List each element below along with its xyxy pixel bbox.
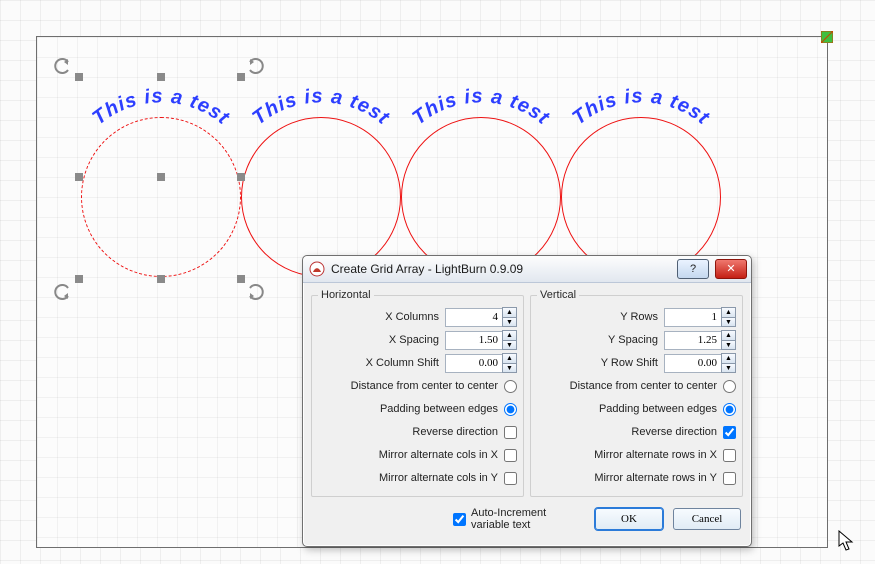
x-column-shift-input[interactable]	[445, 354, 503, 373]
path-text: This is a test	[401, 79, 561, 142]
y-spacing-input[interactable]	[664, 331, 722, 350]
h-mirror-y-label: Mirror alternate cols in Y	[318, 472, 498, 484]
rotation-handle[interactable]	[247, 283, 265, 301]
y-rows-input[interactable]	[664, 308, 722, 327]
spin-down[interactable]: ▼	[721, 317, 736, 327]
vertical-legend: Vertical	[537, 289, 579, 301]
cancel-button[interactable]: Cancel	[673, 508, 741, 530]
titlebar[interactable]: Create Grid Array - LightBurn 0.9.09 ? ✕	[303, 256, 751, 283]
selection-handle[interactable]	[75, 173, 83, 181]
rotation-handle[interactable]	[53, 283, 71, 301]
v-mirror-y-label: Mirror alternate rows in Y	[537, 472, 717, 484]
y-rows-label: Y Rows	[537, 311, 658, 323]
h-padding-edges-radio[interactable]	[504, 403, 517, 416]
cursor-icon	[838, 530, 856, 552]
selection-handle[interactable]	[157, 73, 165, 81]
rotation-handle[interactable]	[247, 57, 265, 75]
spin-down[interactable]: ▼	[502, 317, 517, 327]
v-padding-edges-label: Padding between edges	[537, 403, 717, 415]
spin-up[interactable]: ▲	[721, 307, 736, 317]
spin-up[interactable]: ▲	[721, 353, 736, 363]
v-padding-edges-radio[interactable]	[723, 403, 736, 416]
path-text[interactable]: This is a test	[81, 79, 241, 142]
path-text-label: This is a test	[88, 85, 234, 129]
v-distance-center-label: Distance from center to center	[537, 380, 717, 392]
path-text-label: This is a test	[568, 85, 714, 129]
x-columns-label: X Columns	[318, 311, 439, 323]
v-mirror-x-checkbox[interactable]	[723, 449, 736, 462]
h-reverse-checkbox[interactable]	[504, 426, 517, 439]
v-mirror-x-label: Mirror alternate rows in X	[537, 449, 717, 461]
help-icon: ?	[690, 264, 696, 275]
ok-button[interactable]: OK	[595, 508, 663, 530]
x-spacing-label: X Spacing	[318, 334, 439, 346]
v-mirror-y-checkbox[interactable]	[723, 472, 736, 485]
spin-down[interactable]: ▼	[502, 363, 517, 373]
create-grid-array-dialog: Create Grid Array - LightBurn 0.9.09 ? ✕…	[302, 255, 752, 547]
x-spacing-input[interactable]	[445, 331, 503, 350]
selection-handle[interactable]	[157, 275, 165, 283]
horizontal-group: Horizontal X Columns ▲▼ X Spacing ▲▼ X C…	[311, 289, 524, 497]
help-button[interactable]: ?	[677, 259, 709, 279]
dialog-title: Create Grid Array - LightBurn 0.9.09	[331, 262, 671, 276]
auto-increment-label: Auto-Increment variable text	[471, 507, 575, 531]
x-columns-input[interactable]	[445, 308, 503, 327]
selection-handle[interactable]	[157, 173, 165, 181]
svg-text:This is a test: This is a test	[88, 85, 234, 129]
v-reverse-checkbox[interactable]	[723, 426, 736, 439]
h-padding-edges-label: Padding between edges	[318, 403, 498, 415]
spin-down[interactable]: ▼	[721, 363, 736, 373]
svg-text:This is a test: This is a test	[568, 85, 714, 129]
app-icon	[309, 261, 325, 277]
y-spacing-label: Y Spacing	[537, 334, 658, 346]
auto-increment-checkbox[interactable]	[453, 513, 466, 526]
origin-marker-icon	[821, 31, 833, 43]
path-text-label: This is a test	[248, 85, 394, 129]
path-text-label: This is a test	[408, 85, 554, 129]
spin-down[interactable]: ▼	[721, 340, 736, 350]
h-mirror-y-checkbox[interactable]	[504, 472, 517, 485]
selection-handle[interactable]	[237, 173, 245, 181]
spin-up[interactable]: ▲	[502, 307, 517, 317]
v-distance-center-radio[interactable]	[723, 380, 736, 393]
h-distance-center-radio[interactable]	[504, 380, 517, 393]
h-mirror-x-checkbox[interactable]	[504, 449, 517, 462]
spin-up[interactable]: ▲	[721, 330, 736, 340]
y-row-shift-label: Y Row Shift	[537, 357, 658, 369]
svg-text:This is a test: This is a test	[408, 85, 554, 129]
svg-text:This is a test: This is a test	[248, 85, 394, 129]
path-text: This is a test	[561, 79, 721, 142]
horizontal-legend: Horizontal	[318, 289, 374, 301]
selection-handle[interactable]	[237, 275, 245, 283]
spin-up[interactable]: ▲	[502, 353, 517, 363]
spin-up[interactable]: ▲	[502, 330, 517, 340]
x-column-shift-label: X Column Shift	[318, 357, 439, 369]
y-row-shift-input[interactable]	[664, 354, 722, 373]
spin-down[interactable]: ▼	[502, 340, 517, 350]
rotation-handle[interactable]	[53, 57, 71, 75]
close-icon: ✕	[726, 264, 735, 275]
h-reverse-label: Reverse direction	[318, 426, 498, 438]
h-mirror-x-label: Mirror alternate cols in X	[318, 449, 498, 461]
h-distance-center-label: Distance from center to center	[318, 380, 498, 392]
selection-handle[interactable]	[75, 275, 83, 283]
v-reverse-label: Reverse direction	[537, 426, 717, 438]
path-text: This is a test	[241, 79, 401, 142]
vertical-group: Vertical Y Rows ▲▼ Y Spacing ▲▼ Y Row Sh…	[530, 289, 743, 497]
close-button[interactable]: ✕	[715, 259, 747, 279]
selection-handle[interactable]	[237, 73, 245, 81]
selection-handle[interactable]	[75, 73, 83, 81]
